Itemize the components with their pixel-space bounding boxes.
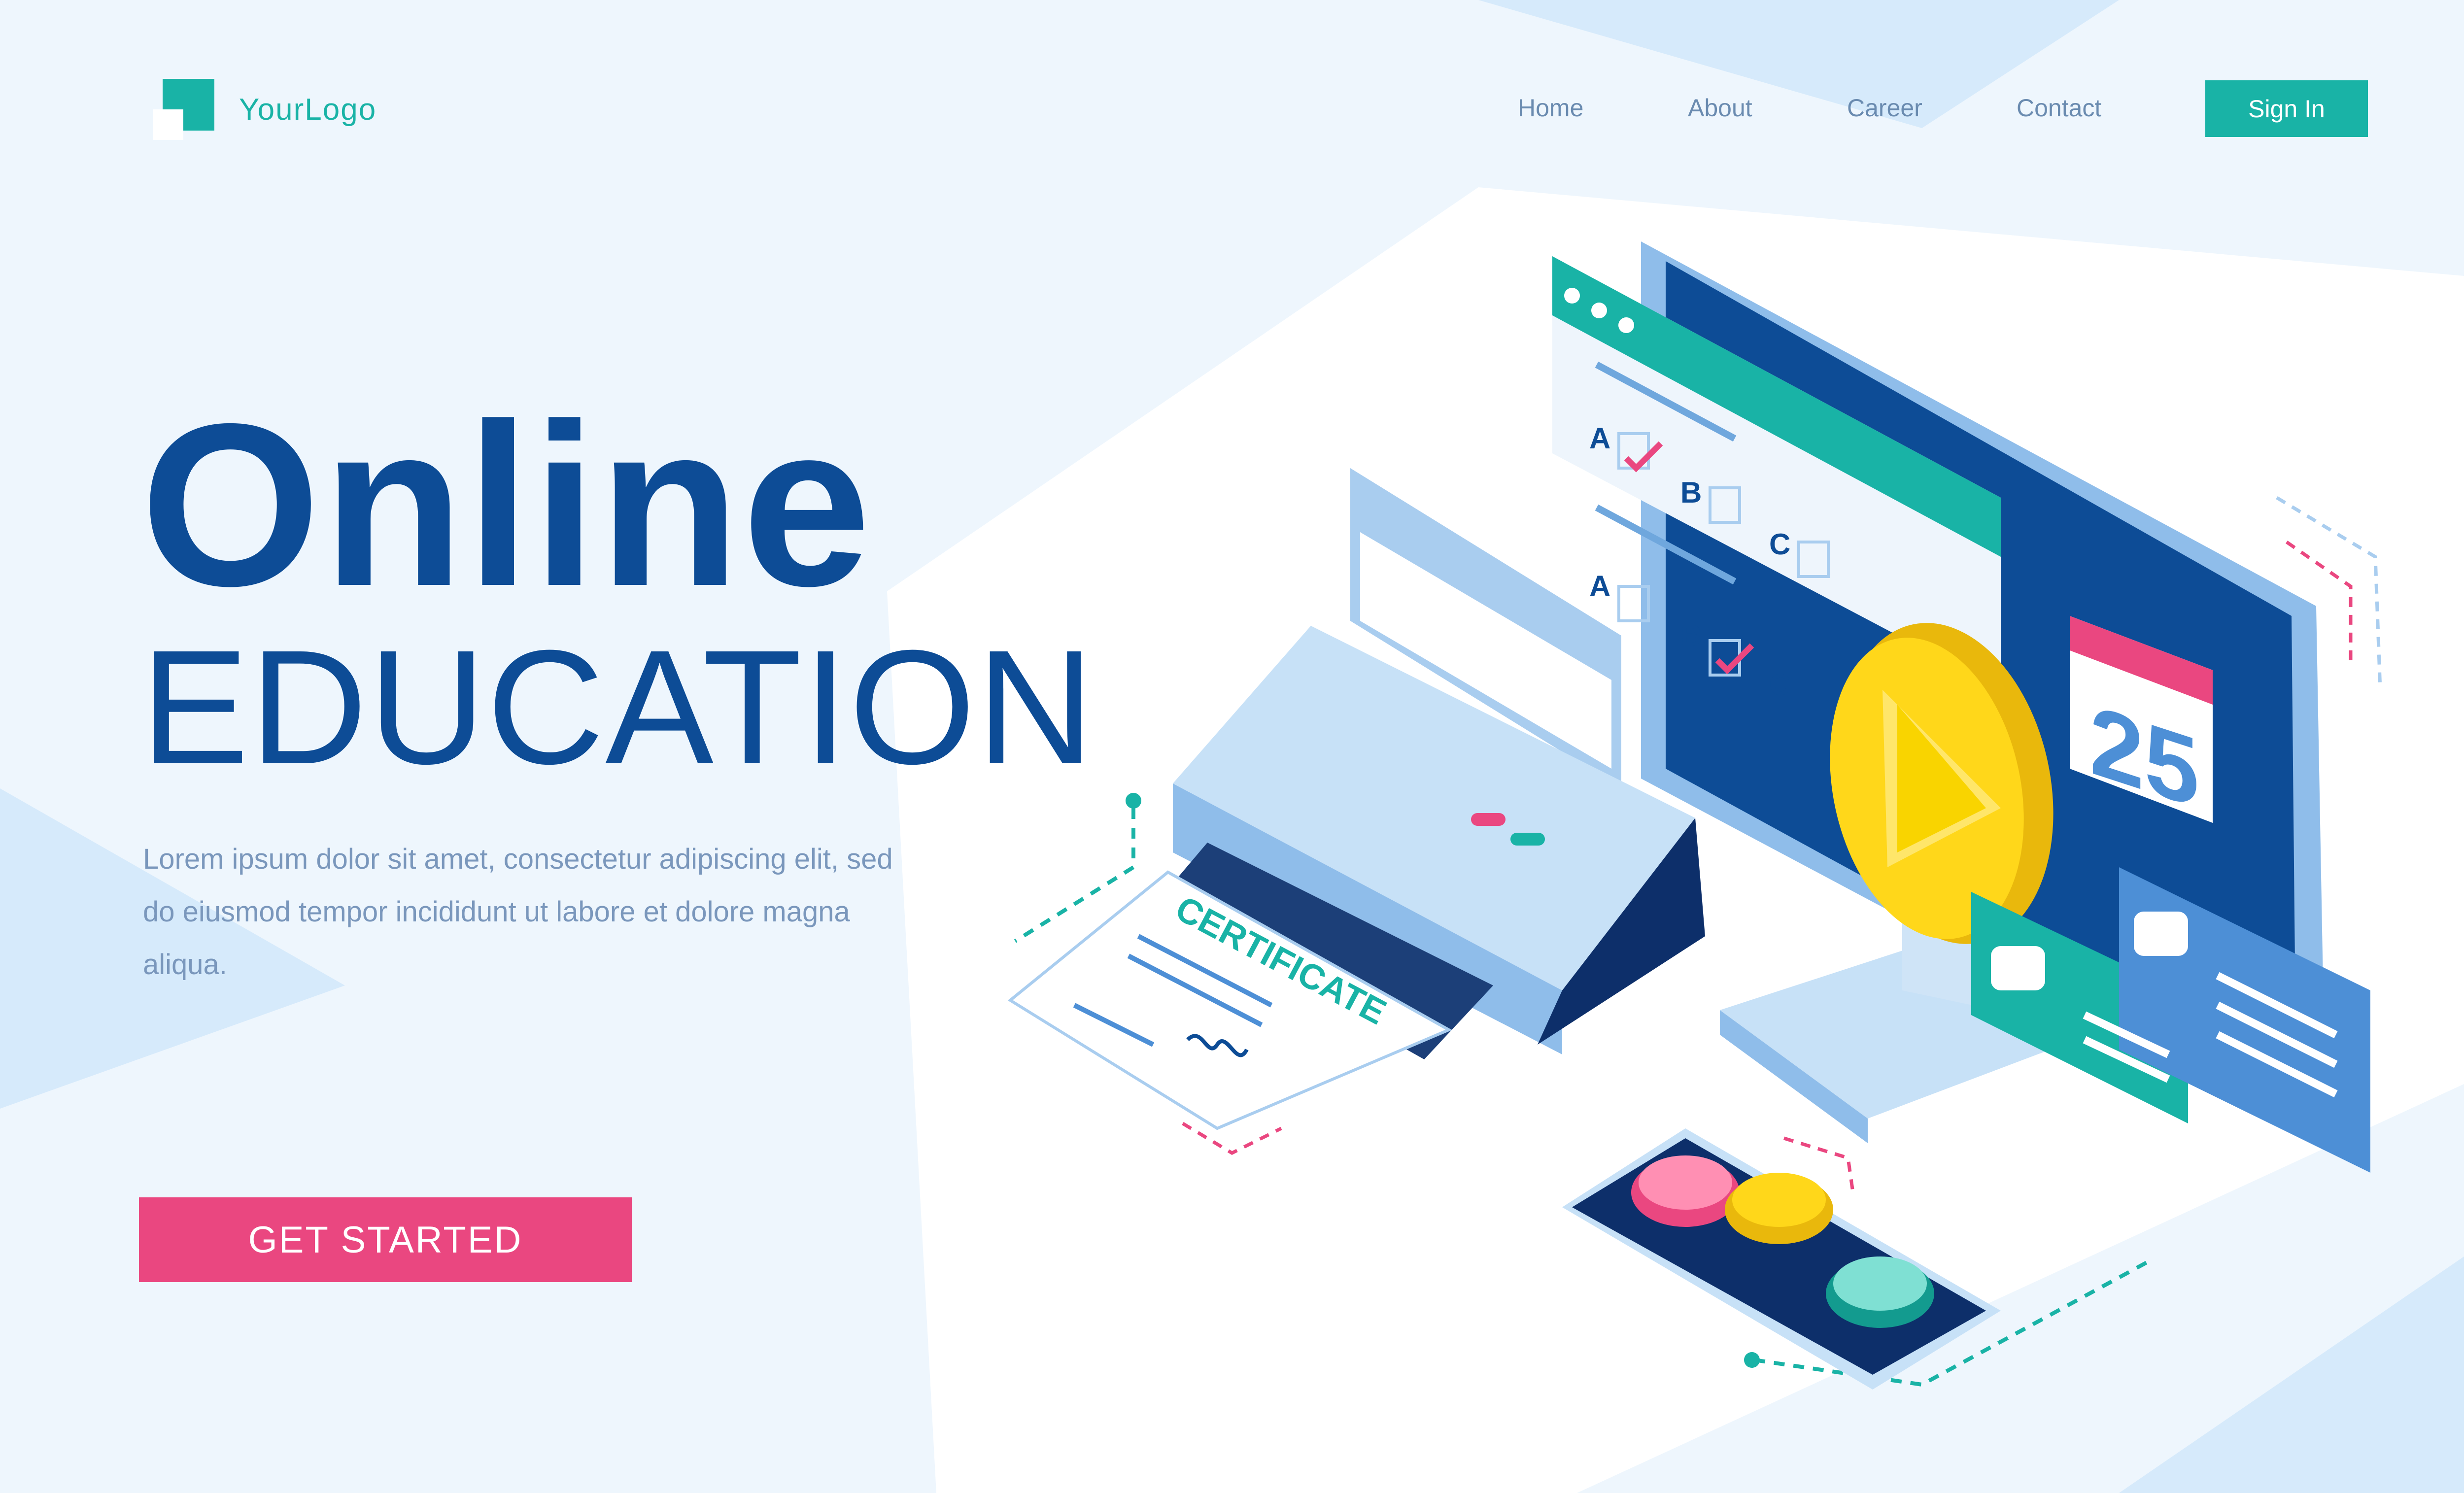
quiz-letter-c2: C: [1769, 668, 1790, 701]
online-education-illustration: A B C A B C 25 CERTIFICATE: [1007, 241, 2382, 1390]
quiz-letter-a1: A: [1589, 422, 1610, 455]
quiz-letter-a2: A: [1589, 570, 1610, 603]
quiz-letter-c1: C: [1769, 528, 1790, 561]
quiz-letter-b1: B: [1680, 476, 1702, 509]
phone-icon: [1562, 1128, 2001, 1390]
quiz-letter-b2: B: [1680, 619, 1702, 652]
